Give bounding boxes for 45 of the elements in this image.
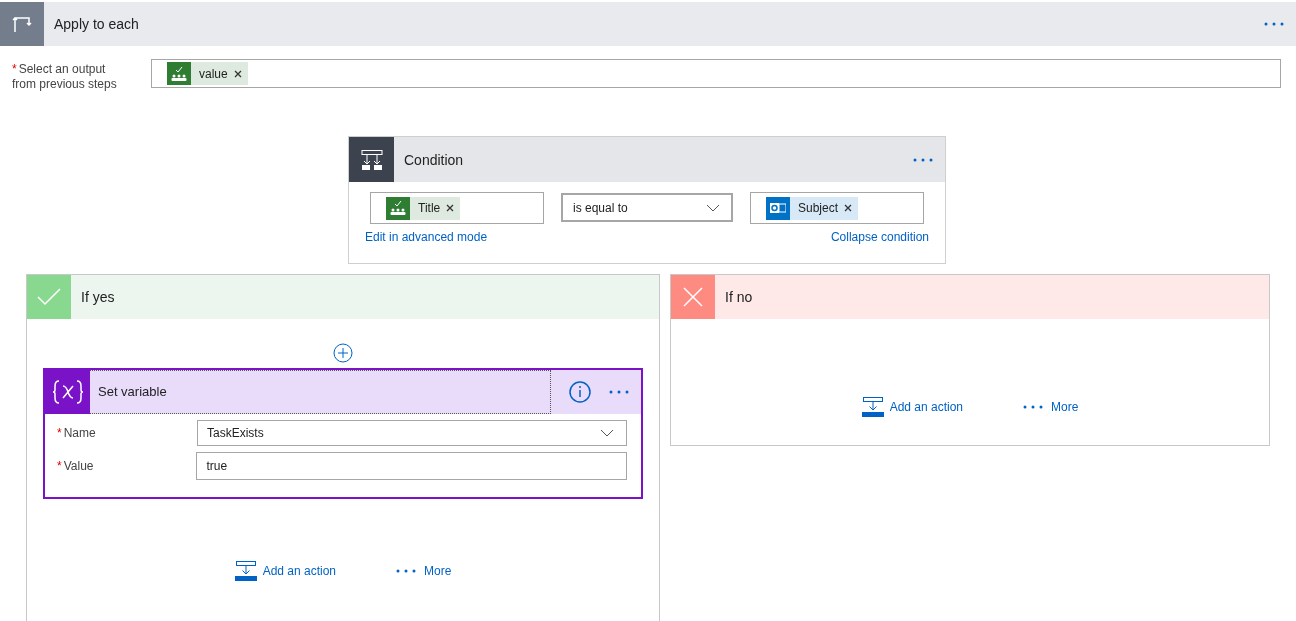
chevron-down-icon: [600, 429, 614, 437]
card-title: Apply to each: [54, 16, 140, 32]
branch-title: If no: [725, 289, 754, 305]
checkmark-icon: [37, 288, 61, 306]
add-circle-icon: [333, 343, 353, 363]
dropdown-field[interactable]: TaskExists: [197, 420, 627, 446]
loop-icon: [12, 15, 32, 33]
variable-icon: [50, 378, 85, 406]
condition-icon: [360, 149, 383, 170]
token-chip[interactable]: Title: [386, 196, 461, 220]
card-title: Condition: [404, 151, 465, 168]
add-action-link[interactable]: Add an action: [234, 561, 336, 581]
text-field[interactable]: true: [196, 452, 627, 480]
token-field[interactable]: Title: [370, 192, 544, 224]
token-field[interactable]: Subject: [750, 192, 924, 224]
text-link[interactable]: Collapse condition: [830, 230, 929, 244]
close-icon: [233, 69, 242, 78]
people-check-icon: [390, 201, 406, 215]
token-chip[interactable]: Subject: [766, 196, 859, 220]
more-link[interactable]: More: [1023, 397, 1079, 417]
more-icon: [396, 569, 416, 573]
token-field[interactable]: value: [151, 59, 1281, 88]
operator-dropdown[interactable]: is equal to: [561, 193, 733, 222]
card-title: Set variable: [90, 370, 551, 414]
add-step-icon: [234, 561, 257, 581]
branch-title: If yes: [81, 289, 116, 305]
chevron-down-icon: [706, 203, 720, 212]
more-icon: [1023, 405, 1043, 409]
more-link[interactable]: More: [396, 561, 452, 581]
people-check-icon: [171, 66, 187, 81]
close-icon: [446, 204, 455, 212]
more-icon: [609, 390, 629, 394]
token-chip[interactable]: value: [167, 62, 248, 85]
more-icon: [913, 157, 933, 162]
more-icon: [1264, 22, 1284, 26]
info-button[interactable]: [569, 381, 591, 403]
info-icon: [569, 381, 591, 403]
add-action-link[interactable]: Add an action: [861, 397, 963, 417]
close-icon: [844, 204, 853, 212]
field-label: * Name: [57, 426, 97, 440]
close-icon: [683, 287, 703, 307]
add-step-icon: [861, 397, 884, 417]
field-label: * Select an output from previous steps: [12, 62, 118, 92]
field-label: * Value: [57, 459, 95, 473]
text-link[interactable]: Edit in advanced mode: [365, 230, 488, 244]
